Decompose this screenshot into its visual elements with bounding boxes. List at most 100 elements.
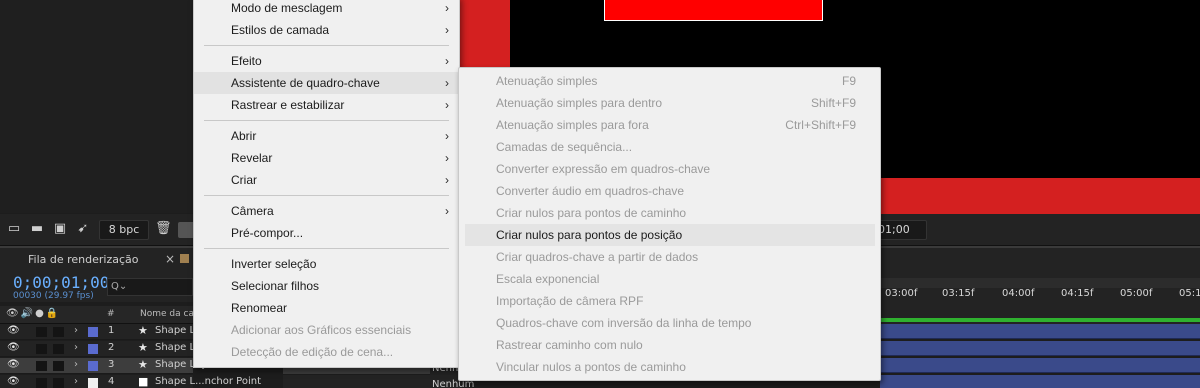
menu-item-label: Renomear [231,301,288,315]
solo-toggle[interactable] [36,327,47,337]
chevron-right-icon: › [445,1,449,15]
lock-toggle[interactable] [53,361,64,371]
shortcut-label: F9 [841,74,856,88]
layer-bar[interactable] [880,375,1200,388]
menu-item-label: Abrir [231,129,257,143]
menu-item-select-children[interactable]: Selecionar filhos [194,275,459,297]
submenu-item-create-nulls-position[interactable]: Criar nulos para pontos de posição [465,224,875,246]
submenu-item-easy-ease-in[interactable]: Atenuação simples para dentro Shift+F9 [459,92,880,114]
expand-arrow-icon[interactable]: › [74,325,78,336]
submenu-item-keyframes-from-data[interactable]: Criar quadros-chave a partir de dados [459,246,880,268]
folder-icon[interactable]: ▬ [29,221,45,237]
frame-count: 00030 (29.97 fps) [13,291,94,301]
close-icon[interactable]: × [165,252,175,266]
trash-icon[interactable]: 🗑 [155,221,172,237]
menu-item-effect[interactable]: Efeito › [194,50,459,72]
layer-bar[interactable] [880,324,1200,339]
submenu-item-link-nulls-path[interactable]: Vincular nulos a pontos de caminho [459,356,880,378]
menu-item-blend-mode[interactable]: Modo de mesclagem › [194,0,459,19]
eye-icon[interactable]: 👁 [7,325,20,336]
layer-bar[interactable] [880,358,1200,373]
chevron-right-icon: › [445,76,449,90]
chevron-right-icon: › [445,23,449,37]
shape-star-icon: ★ [138,341,148,354]
menu-item-precompose[interactable]: Pré-compor... [194,222,459,244]
interpret-footage-icon[interactable]: ▭ [6,221,22,237]
submenu-item-time-reverse-keyframes[interactable]: Quadros-chave com inversão da linha de t… [459,312,880,334]
bit-depth-button[interactable]: 8 bpc [99,220,149,240]
expand-arrow-icon[interactable]: › [74,359,78,370]
menu-item-rename[interactable]: Renomear [194,297,459,319]
label-color[interactable] [88,378,98,388]
work-area-bar[interactable] [880,278,1200,288]
layer-name[interactable]: Shape L...nchor Point [155,376,261,387]
expand-arrow-icon[interactable]: › [74,376,78,387]
menu-item-invert-selection[interactable]: Inverter seleção [194,253,459,275]
menu-item-camera[interactable]: Câmera › [194,200,459,222]
menu-item-layer-styles[interactable]: Estilos de camada › [194,19,459,41]
layer-name[interactable]: Shape L [155,342,195,353]
menu-item-open[interactable]: Abrir › [194,125,459,147]
label-color[interactable] [88,344,98,354]
expand-arrow-icon[interactable]: › [74,342,78,353]
layer-row[interactable]: 👁 › 1 ★ Shape L [0,324,195,340]
menu-item-label: Inverter seleção [231,257,317,271]
menu-separator [204,195,449,196]
solo-toggle[interactable] [36,361,47,371]
layer-bar[interactable] [880,341,1200,356]
menu-item-label: Estilos de camada [231,23,330,37]
submenu-item-rpf-camera-import[interactable]: Importação de câmera RPF [459,290,880,312]
eye-icon[interactable]: 👁 [7,359,20,370]
layer-row[interactable]: 👁 › 2 ★ Shape L [0,341,195,357]
submenu-item-label: Rastrear caminho com nulo [496,338,643,352]
submenu-item-sequence-layers[interactable]: Camadas de sequência... [459,136,880,158]
submenu-item-label: Atenuação simples para fora [496,118,649,132]
submenu-item-convert-audio[interactable]: Converter áudio em quadros-chave [459,180,880,202]
solo-toggle[interactable] [36,378,47,388]
menu-item-reveal[interactable]: Revelar › [194,147,459,169]
submenu-item-track-path-null[interactable]: Rastrear caminho com nulo [459,334,880,356]
layer-index: 1 [108,325,115,336]
layer-name[interactable]: Shape L [155,325,195,336]
work-area-indicator [880,318,1200,322]
menu-item-label: Pré-compor... [231,226,304,240]
menu-item-keyframe-assistant[interactable]: Assistente de quadro-chave › [194,72,459,94]
layer-row[interactable]: 👁 › 3 ★ Shape Layer 2 [0,358,227,374]
menu-item-label: Criar [231,173,257,187]
menu-item-scene-edit-detection[interactable]: Detecção de edição de cena... [194,341,459,363]
submenu-item-convert-expression[interactable]: Converter expressão em quadros-chave [459,158,880,180]
layer-row[interactable]: 👁 › 4 ■ Shape L...nchor Point [0,375,261,388]
label-color[interactable] [88,361,98,371]
label-color[interactable] [88,327,98,337]
menu-item-track-stabilize[interactable]: Rastrear e estabilizar › [194,94,459,116]
submenu-item-create-nulls-path[interactable]: Criar nulos para pontos de caminho [459,202,880,224]
red-shape[interactable] [604,0,823,21]
submenu-item-easy-ease[interactable]: Atenuação simples F9 [459,70,880,92]
comp-tab-color [180,254,189,263]
new-composition-icon[interactable]: ▣ [52,221,68,237]
submenu-item-label: Atenuação simples para dentro [496,96,663,110]
solo-toggle[interactable] [36,344,47,354]
lock-toggle[interactable] [53,327,64,337]
submenu-item-easy-ease-out[interactable]: Atenuação simples para fora Ctrl+Shift+F9 [459,114,880,136]
eye-icon[interactable]: 👁 [7,376,20,387]
menu-item-label: Selecionar filhos [231,279,320,293]
layer-search-input[interactable]: Q⌄ [107,278,193,296]
eye-icon[interactable]: 👁 [7,342,20,353]
lock-toggle[interactable] [53,344,64,354]
ruler-label: 04:00f [1002,288,1035,299]
time-ruler[interactable]: 03:00f 03:15f 04:00f 04:15f 05:00f 05:15 [880,272,1200,324]
submenu-item-label: Converter expressão em quadros-chave [496,162,711,176]
chevron-right-icon: › [445,129,449,143]
current-time[interactable]: 0;00;01;00 [13,273,109,292]
viewer-time-field[interactable]: 01;00 [873,220,927,240]
layer-column-header: 👁🔊●🔒 # Nome da cam [0,306,203,324]
tab-render-queue[interactable]: Fila de renderização [28,253,139,266]
submenu-item-exponential-scale[interactable]: Escala exponencial [459,268,880,290]
menu-item-create[interactable]: Criar › [194,169,459,191]
submenu-item-label: Criar nulos para pontos de caminho [496,206,687,220]
menu-item-add-essential-graphics[interactable]: Adicionar aos Gráficos essenciais [194,319,459,341]
layer-switches[interactable] [283,375,433,388]
lock-toggle[interactable] [53,378,64,388]
render-icon[interactable]: ➹ [75,221,91,237]
